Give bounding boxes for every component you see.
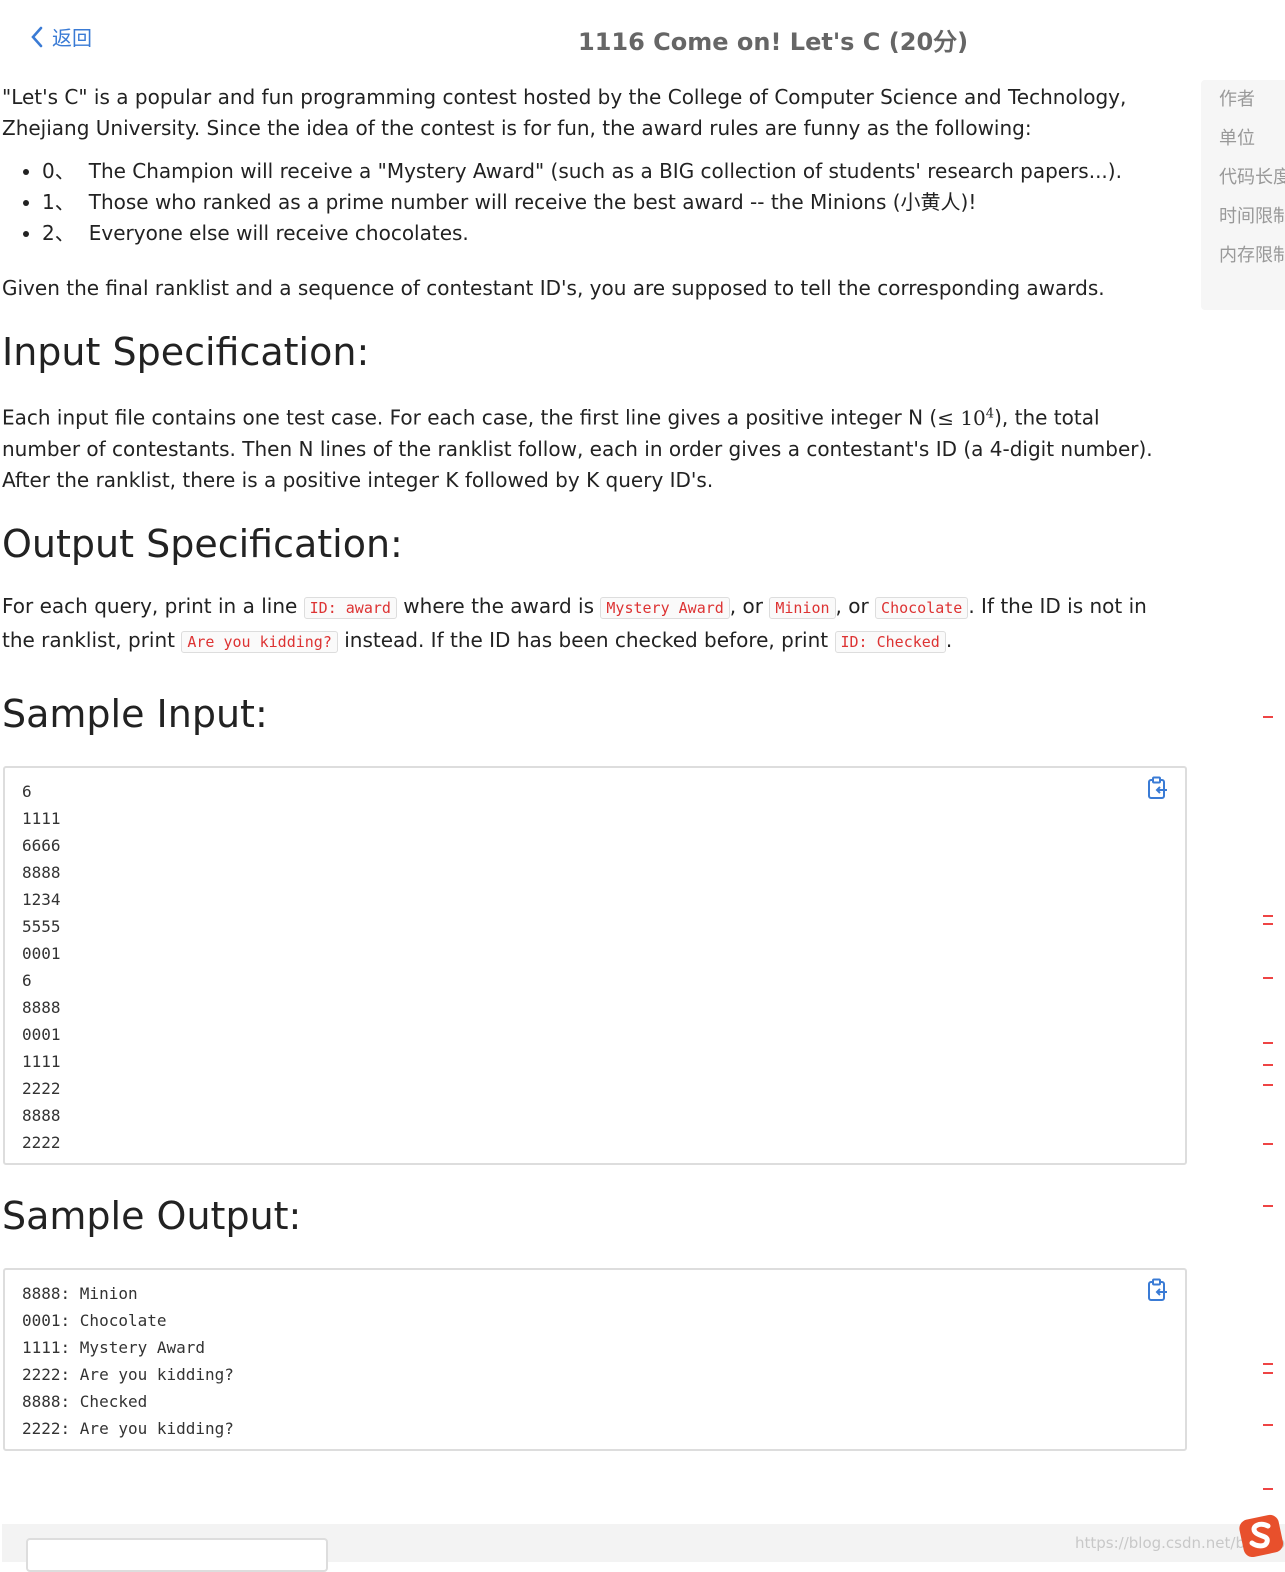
rule-number: 0、 (42, 159, 75, 183)
code-line: 8888 (22, 1106, 61, 1125)
inline-code: Minion (769, 596, 836, 619)
inline-code: Mystery Award (600, 596, 730, 619)
code-line: 5555 (22, 917, 61, 936)
code-line: 1111 (22, 1052, 61, 1071)
output-spec-text: instead. If the ID has been checked befo… (337, 627, 835, 652)
sample-output-heading: Sample Output: (2, 1194, 302, 1238)
list-item: 2、 Everyone else will receive chocolates. (42, 218, 1182, 249)
scroll-marker (1263, 1488, 1273, 1490)
chevron-left-icon (31, 26, 43, 47)
output-spec-text: . (945, 627, 953, 652)
problem-info-panel: 作者 单位 代码长度 时间限制 内存限制 (1201, 80, 1285, 310)
compiler-select[interactable] (26, 1538, 328, 1572)
code-line: 0001 (22, 944, 61, 963)
code-line: 1111 (22, 809, 61, 828)
rule-text: The Champion will receive a "Mystery Awa… (88, 159, 1122, 183)
code-line: 6666 (22, 836, 61, 855)
list-item: 1、 Those who ranked as a prime number wil… (42, 187, 1182, 218)
code-line: 2222: Are you kidding? (22, 1365, 234, 1384)
info-unit-label: 单位 (1219, 128, 1255, 149)
info-code-length-label: 代码长度 (1219, 167, 1285, 188)
scroll-marker (1263, 923, 1273, 925)
output-spec-text: , or (835, 593, 876, 618)
code-line: 6 (22, 971, 32, 990)
code-line: 1234 (22, 890, 61, 909)
code-line: 8888: Checked (22, 1392, 148, 1411)
code-line: 0001: Chocolate (22, 1311, 167, 1330)
scroll-marker (1263, 1084, 1273, 1086)
list-item: 0、 The Champion will receive a "Mystery A… (42, 156, 1182, 187)
output-spec-text: For each query, print in a line (2, 593, 304, 618)
back-link[interactable]: 返回 (30, 22, 92, 51)
math-base: ≤ 10 (937, 405, 986, 430)
code-line: 6 (22, 782, 32, 801)
scroll-marker (1263, 915, 1273, 917)
output-spec-heading: Output Specification: (2, 521, 403, 566)
rule-text: Everyone else will receive chocolates. (88, 221, 469, 245)
scroll-marker (1263, 1363, 1273, 1365)
input-spec-text: Each input file contains one test case. … (2, 398, 1182, 496)
award-rules-list: 0、 The Champion will receive a "Mystery A… (2, 156, 1182, 249)
sample-output-box[interactable]: 8888: Minion 0001: Chocolate 1111: Mystery… (3, 1268, 1187, 1451)
input-spec-text-a: Each input file contains one test case. … (2, 405, 938, 430)
inline-code: ID: Checked (834, 630, 946, 653)
code-line: 1111: Mystery Award (22, 1338, 206, 1357)
info-author-label: 作者 (1219, 89, 1255, 110)
intro-paragraph: "Let's C" is a popular and fun programmi… (2, 85, 1127, 140)
input-spec-heading: Input Specification: (2, 330, 370, 374)
output-spec-text: , or (729, 593, 770, 618)
code-line: 2222 (22, 1079, 61, 1098)
scroll-marker (1263, 716, 1273, 718)
math-expression: ≤ 104 (937, 406, 994, 430)
math-exponent: 4 (985, 406, 995, 421)
info-time-limit-label: 时间限制 (1219, 206, 1285, 227)
intro-paragraph-2: Given the final ranklist and a sequence … (2, 276, 1105, 300)
scroll-marker (1263, 1042, 1273, 1044)
scroll-marker (1263, 1372, 1273, 1374)
code-line: 8888: Minion (22, 1284, 138, 1303)
inline-code: Chocolate (875, 596, 969, 619)
scroll-marker (1263, 977, 1273, 979)
code-line: 0001 (22, 1025, 61, 1044)
scroll-marker (1263, 1064, 1273, 1066)
info-memory-limit-label: 内存限制 (1219, 245, 1285, 266)
problem-title: 1116 Come on! Let's C (20分) (578, 28, 969, 56)
copy-icon[interactable] (1147, 1278, 1169, 1306)
sample-input-heading: Sample Input: (2, 692, 268, 736)
inline-code: Are you kidding? (181, 630, 338, 653)
scroll-marker (1263, 1424, 1273, 1426)
code-line: 8888 (22, 863, 61, 882)
rule-number: 2、 (42, 221, 75, 245)
output-spec-text: For each query, print in a line ID: awar… (2, 590, 1182, 658)
back-label: 返回 (52, 26, 92, 50)
code-line: 8888 (22, 998, 61, 1017)
inline-code: ID: award (303, 596, 397, 619)
code-line: 2222 (22, 1133, 61, 1152)
scroll-marker (1263, 1205, 1273, 1207)
top-bar: 返回 1116 Come on! Let's C (20分) (0, 0, 1285, 78)
rule-number: 1、 (42, 190, 75, 214)
scroll-marker (1263, 1143, 1273, 1145)
code-line: 2222: Are you kidding? (22, 1419, 234, 1438)
copy-icon[interactable] (1147, 776, 1169, 804)
sogou-logo-icon[interactable] (1238, 1512, 1284, 1562)
problem-statement: "Let's C" is a popular and fun programmi… (2, 80, 1182, 658)
sample-input-box[interactable]: 6 1111 6666 8888 1234 5555 0001 6 8888 0001 1111 22… (3, 766, 1187, 1165)
output-spec-text: where the award is (396, 593, 601, 618)
rule-text: Those who ranked as a prime number will … (88, 190, 977, 214)
